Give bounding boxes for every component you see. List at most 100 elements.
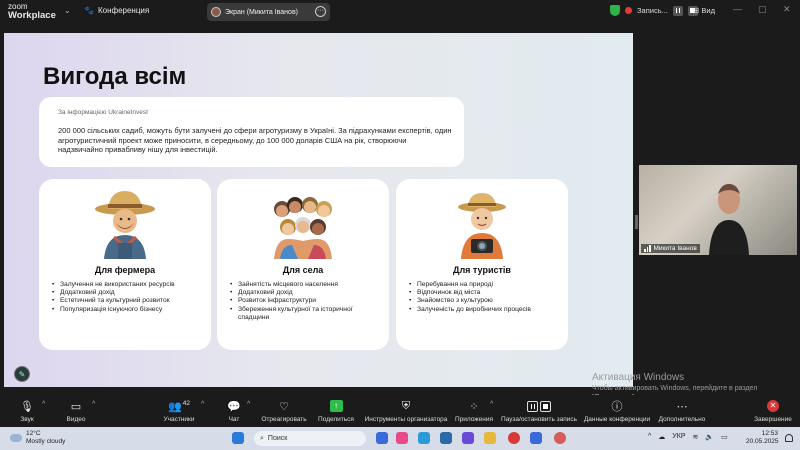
list-item: Розвиток інфраструктури bbox=[230, 297, 380, 305]
info-text: 200 000 сільських садиб, можуть бути зал… bbox=[58, 126, 452, 154]
panel-resize-handle[interactable] bbox=[635, 215, 638, 229]
info-card: За інформацією UkraineInvest 200 000 сіл… bbox=[39, 97, 464, 167]
card-title: Для туристів bbox=[453, 265, 511, 275]
info-icon: ⓘ bbox=[611, 401, 623, 413]
heart-icon: ♡ bbox=[279, 400, 289, 413]
file-explorer-icon[interactable] bbox=[484, 432, 496, 444]
chat-button[interactable]: 💬 Чат bbox=[222, 397, 246, 424]
annotate-pen-button[interactable]: ✎ bbox=[14, 366, 30, 382]
weather-widget[interactable]: 12°C Mostly cloudy bbox=[10, 430, 65, 445]
meeting-menu[interactable]: 🐾 Конференция bbox=[84, 6, 149, 15]
card-list: Перебування на природі Відпочинок від мі… bbox=[409, 281, 559, 314]
participant-video-feed bbox=[709, 184, 749, 255]
list-item: Перебування на природі bbox=[409, 281, 559, 289]
camera-icon: ▭ bbox=[70, 400, 82, 413]
pause-stop-recording-button[interactable]: Пауза/остановить запись bbox=[499, 397, 579, 423]
share-button[interactable]: ↑ Поделиться bbox=[315, 397, 357, 423]
card-title: Для села bbox=[282, 265, 324, 275]
list-item: Популяризація існуючого бізнесу bbox=[52, 306, 202, 314]
date: 20.05.2025 bbox=[746, 438, 779, 445]
meeting-toolbar: 🎙 Звук ^ ▭ Видео ^ 👥 42 Участники ^ 💬 Чат… bbox=[0, 395, 800, 427]
screen-share-pill[interactable]: Экран (Микита Іванов) ··· bbox=[207, 3, 330, 21]
farmer-icon bbox=[95, 191, 155, 259]
list-item: Залученість до виробничих процесів bbox=[409, 306, 559, 314]
paw-icon: 🐾 bbox=[84, 6, 94, 15]
list-item: Збереження культурної та історичної спад… bbox=[230, 306, 380, 322]
maximize-icon[interactable]: ▢ bbox=[758, 4, 767, 15]
pause-stop-icon bbox=[527, 400, 551, 412]
end-label: Завершение bbox=[754, 416, 792, 423]
audio-label: Звук bbox=[20, 416, 34, 423]
card-farmer: Для фермера Залучення не використаних ре… bbox=[39, 179, 211, 350]
end-meeting-button[interactable]: ✕ Завершение bbox=[752, 397, 794, 423]
pause-recording-button[interactable] bbox=[672, 5, 683, 16]
task-view-icon[interactable] bbox=[376, 432, 388, 444]
chevron-up-icon[interactable]: ^ bbox=[648, 433, 651, 441]
react-button[interactable]: ♡ Отреагировать bbox=[258, 397, 310, 424]
minimize-icon[interactable]: — bbox=[733, 4, 742, 14]
notification-bell-icon[interactable] bbox=[785, 434, 793, 442]
participants-button[interactable]: 👥 42 Участники bbox=[158, 397, 200, 424]
participant-video-tile[interactable]: Микита Іванов bbox=[639, 165, 797, 255]
more-options-icon[interactable]: ··· bbox=[315, 6, 326, 17]
video-label: Видео bbox=[66, 416, 86, 423]
host-tools-button[interactable]: ⛨ Инструменты организатора bbox=[362, 397, 450, 424]
logo-line2: Workplace bbox=[8, 10, 56, 21]
zoom-app-icon[interactable] bbox=[530, 432, 542, 444]
more-label: Дополнительно bbox=[658, 416, 706, 423]
chevron-up-icon[interactable]: ^ bbox=[247, 401, 250, 408]
pen-icon: ✎ bbox=[18, 369, 26, 379]
card-list: Залучення не використаних ресурсів Додат… bbox=[52, 281, 202, 314]
view-button[interactable]: ⊞ Вид bbox=[693, 6, 715, 15]
cloud-icon bbox=[10, 433, 22, 442]
chevron-up-icon[interactable]: ^ bbox=[201, 401, 204, 408]
viber-icon[interactable] bbox=[462, 432, 474, 444]
temperature: 12°C bbox=[26, 430, 41, 437]
list-item: Залучення не використаних ресурсів bbox=[52, 281, 202, 289]
close-icon[interactable]: ✕ bbox=[783, 4, 791, 15]
more-button[interactable]: ⋯ Дополнительно bbox=[656, 397, 708, 424]
volume-icon[interactable]: 🔈 bbox=[705, 433, 714, 441]
edge-icon[interactable] bbox=[418, 432, 430, 444]
language-indicator[interactable]: УКР bbox=[672, 433, 685, 441]
share-label: Поделиться bbox=[318, 416, 354, 423]
top-bar: zoom Workplace ⌄ 🐾 Конференция Экран (Ми… bbox=[0, 0, 800, 24]
participant-name-tag: Микита Іванов bbox=[641, 244, 700, 253]
battery-icon[interactable]: ▭ bbox=[721, 433, 728, 441]
opera-icon[interactable] bbox=[508, 432, 520, 444]
system-tray: ^ ☁ УКР ≋ 🔈 ▭ bbox=[648, 433, 728, 441]
apps-button[interactable]: ⁘ Приложения bbox=[453, 397, 495, 424]
react-label: Отреагировать bbox=[261, 416, 307, 423]
end-icon: ✕ bbox=[767, 400, 779, 412]
apps-label: Приложения bbox=[454, 416, 494, 423]
zoom-logo: zoom Workplace bbox=[8, 2, 56, 20]
video-button[interactable]: ▭ Видео bbox=[62, 397, 90, 424]
wifi-icon[interactable]: ≋ bbox=[693, 433, 699, 441]
taskbar-search[interactable]: ⌕ Поиск bbox=[254, 431, 366, 446]
security-shield-icon[interactable] bbox=[610, 5, 620, 16]
audio-level-icon bbox=[644, 245, 651, 252]
list-item: Зайнятість місцевого населення bbox=[230, 281, 380, 289]
windows-start-icon[interactable] bbox=[232, 432, 244, 444]
copilot-icon[interactable] bbox=[396, 432, 408, 444]
info-source: За інформацією UkraineInvest bbox=[58, 109, 148, 116]
cloud-sync-icon[interactable]: ☁ bbox=[658, 433, 665, 441]
chevron-down-icon[interactable]: ⌄ bbox=[64, 6, 71, 15]
grid-icon: ⊞ bbox=[693, 6, 700, 15]
view-label: Вид bbox=[701, 6, 715, 15]
time: 12:53 bbox=[761, 430, 778, 437]
chevron-up-icon[interactable]: ^ bbox=[92, 401, 95, 408]
participants-count: 42 bbox=[182, 399, 190, 407]
participants-icon: 👥 42 bbox=[168, 399, 190, 413]
clock[interactable]: 12:53 20.05.2025 bbox=[746, 430, 779, 446]
audio-button[interactable]: 🎙 Звук bbox=[14, 397, 40, 424]
participant-name: Микита Іванов bbox=[653, 245, 697, 252]
meeting-info-button[interactable]: ⓘ Данные конференции bbox=[582, 397, 652, 423]
telegram-icon[interactable] bbox=[440, 432, 452, 444]
microphone-icon: 🎙 bbox=[20, 400, 34, 413]
host-tools-label: Инструменты организатора bbox=[364, 416, 448, 423]
search-placeholder: Поиск bbox=[267, 435, 288, 442]
chevron-up-icon[interactable]: ^ bbox=[42, 401, 45, 408]
chevron-up-icon[interactable]: ^ bbox=[490, 401, 493, 408]
app-icon[interactable] bbox=[554, 432, 566, 444]
